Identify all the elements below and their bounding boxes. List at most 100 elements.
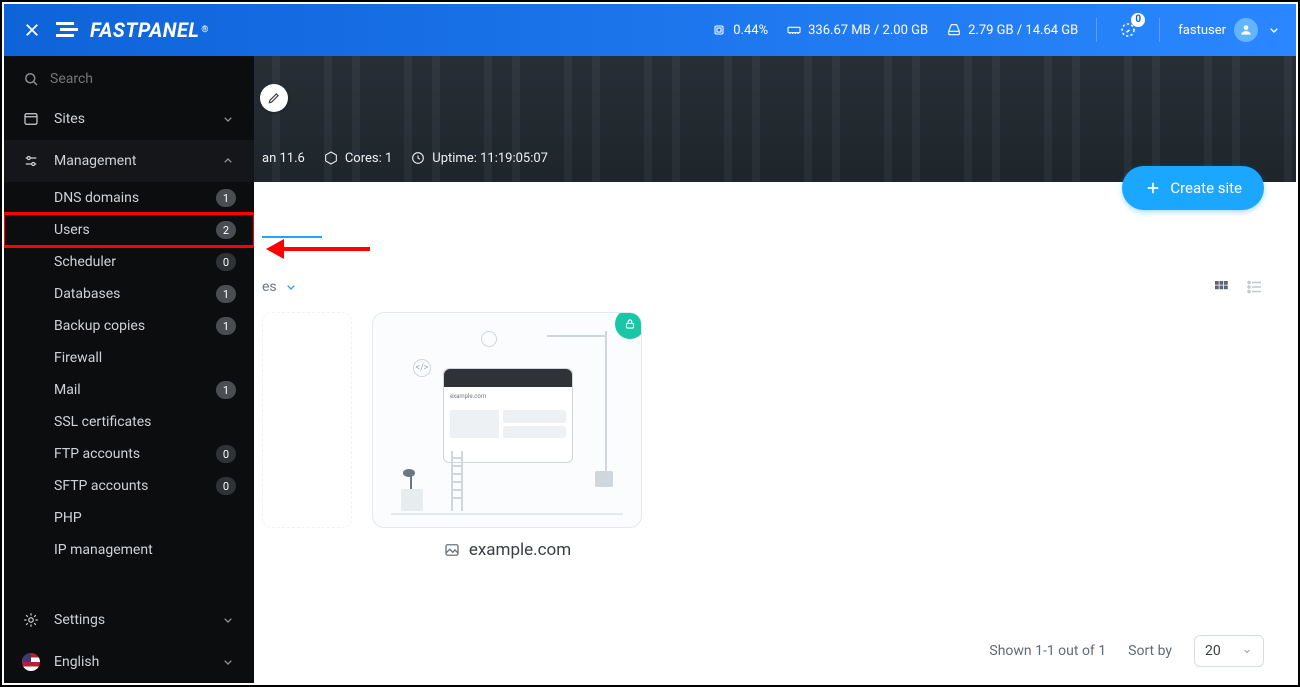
- sidebar-item-sites[interactable]: Sites: [4, 98, 254, 140]
- count-badge: 1: [216, 317, 236, 335]
- os-fragment: an 11.6: [262, 151, 305, 166]
- separator: [1096, 18, 1097, 42]
- main-content: Create site es: [256, 182, 1296, 683]
- count-badge: 1: [216, 285, 236, 303]
- sites-filter[interactable]: es: [262, 279, 299, 295]
- topbar-right: 0.44% 336.67 MB / 2.00 GB 2.79 GB / 14.6…: [711, 17, 1282, 43]
- cores-icon: [323, 150, 339, 166]
- cores-stat: Cores: 1: [323, 150, 392, 166]
- add-site-tile[interactable]: [262, 312, 352, 528]
- chevron-down-icon: [1266, 22, 1282, 38]
- management-submenu: DNS domains1 Users2 Scheduler0 Databases…: [4, 182, 254, 566]
- plus-icon: [1144, 179, 1162, 197]
- pencil-icon: [267, 91, 281, 105]
- settings-label: Settings: [54, 612, 206, 628]
- tab-underline: [262, 236, 322, 238]
- sidebar-item-firewall[interactable]: Firewall: [4, 342, 254, 374]
- sidebar-item-sftp[interactable]: SFTP accounts0: [4, 470, 254, 502]
- disk-value: 2.79 GB / 14.64 GB: [968, 23, 1078, 38]
- uptime-stat: Uptime: 11:19:05:07: [410, 150, 548, 166]
- sidebar-item-users[interactable]: Users2: [4, 214, 254, 246]
- grid-view-button[interactable]: [1212, 278, 1230, 296]
- site-label[interactable]: example.com: [372, 540, 642, 560]
- uptime-value: Uptime: 11:19:05:07: [432, 151, 548, 166]
- user-menu[interactable]: fastuser: [1178, 18, 1282, 42]
- edit-server-button[interactable]: [260, 84, 288, 112]
- language-label: English: [54, 654, 206, 670]
- count-badge: 1: [216, 381, 236, 399]
- search-icon: [22, 70, 40, 88]
- gear-icon: [22, 611, 40, 629]
- ram-icon: [786, 22, 802, 38]
- user-icon: [1239, 23, 1253, 37]
- cpu-icon: [711, 22, 727, 38]
- sidebar-item-mail[interactable]: Mail1: [4, 374, 254, 406]
- plant-illustration: [401, 489, 423, 511]
- search-row: [4, 56, 254, 98]
- grid-icon: [1212, 278, 1230, 296]
- cores-value: Cores: 1: [345, 151, 392, 166]
- server-meta: an 11.6 Cores: 1 Uptime: 11:19:05:07: [262, 150, 548, 166]
- brand-name: FASTPANEL: [90, 18, 199, 42]
- filter-fragment: es: [262, 279, 277, 295]
- sidebar-item-backup[interactable]: Backup copies1: [4, 310, 254, 342]
- disk-stat[interactable]: 2.79 GB / 14.64 GB: [946, 22, 1078, 38]
- count-badge: 2: [216, 221, 236, 239]
- count-badge: 0: [216, 253, 236, 271]
- count-badge: 0: [216, 477, 236, 495]
- brand-logo[interactable]: FASTPANEL ®: [56, 18, 209, 42]
- crane-illustration: [567, 331, 613, 491]
- chevron-down-icon: [220, 612, 236, 628]
- separator: [1159, 18, 1160, 42]
- disk-icon: [946, 22, 962, 38]
- sidebar-item-scheduler[interactable]: Scheduler0: [4, 246, 254, 278]
- notifications-button[interactable]: 0: [1115, 17, 1141, 43]
- search-input[interactable]: [50, 71, 236, 87]
- sidebar-item-settings[interactable]: Settings: [4, 599, 254, 641]
- cards-area: </> example.com: [262, 312, 1264, 625]
- count-badge: 0: [216, 445, 236, 463]
- chevron-down-icon: [220, 654, 236, 670]
- list-icon: [1246, 278, 1264, 296]
- chevron-down-icon: [283, 279, 299, 295]
- sidebar: Sites Management DNS domains1 Users2 Sch…: [4, 56, 254, 683]
- bulb-icon: [481, 331, 497, 347]
- close-icon: [23, 21, 41, 39]
- sort-by-label: Sort by: [1128, 643, 1172, 659]
- sidebar-item-language[interactable]: English: [4, 641, 254, 683]
- create-site-button[interactable]: Create site: [1122, 166, 1264, 210]
- browser-illustration: example.com: [443, 368, 573, 463]
- list-footer: Shown 1-1 out of 1 Sort by 20: [262, 635, 1264, 667]
- clock-icon: [410, 150, 426, 166]
- sidebar-item-php[interactable]: PHP: [4, 502, 254, 534]
- ram-stat[interactable]: 336.67 MB / 2.00 GB: [786, 22, 928, 38]
- sidebar-item-databases[interactable]: Databases1: [4, 278, 254, 310]
- site-domain: example.com: [469, 540, 571, 560]
- image-icon: [443, 541, 461, 559]
- brand-trademark: ®: [201, 25, 209, 35]
- close-button[interactable]: [18, 16, 46, 44]
- logo-bars-icon: [56, 20, 82, 40]
- ram-value: 336.67 MB / 2.00 GB: [808, 23, 928, 38]
- sites-label: Sites: [54, 111, 206, 127]
- chevron-down-icon: [1241, 645, 1253, 657]
- ground-line: [391, 513, 623, 515]
- page-size-select[interactable]: 20: [1194, 635, 1264, 667]
- sidebar-item-ip[interactable]: IP management: [4, 534, 254, 566]
- avatar: [1234, 18, 1258, 42]
- sidebar-item-ssl[interactable]: SSL certificates: [4, 406, 254, 438]
- sidebar-item-management[interactable]: Management: [4, 140, 254, 182]
- site-thumbnail: </> example.com: [372, 312, 642, 528]
- username: fastuser: [1178, 23, 1226, 38]
- count-badge: 1: [216, 189, 236, 207]
- lock-icon: [623, 317, 637, 331]
- site-card[interactable]: </> example.com: [372, 312, 642, 560]
- list-view-button[interactable]: [1246, 278, 1264, 296]
- shown-text: Shown 1-1 out of 1: [989, 643, 1106, 659]
- view-toggle: [1212, 278, 1264, 296]
- ladder-illustration: [451, 451, 463, 511]
- sidebar-item-ftp[interactable]: FTP accounts0: [4, 438, 254, 470]
- cpu-stat[interactable]: 0.44%: [711, 22, 768, 38]
- ssl-badge: [615, 312, 642, 339]
- sidebar-item-dns[interactable]: DNS domains1: [4, 182, 254, 214]
